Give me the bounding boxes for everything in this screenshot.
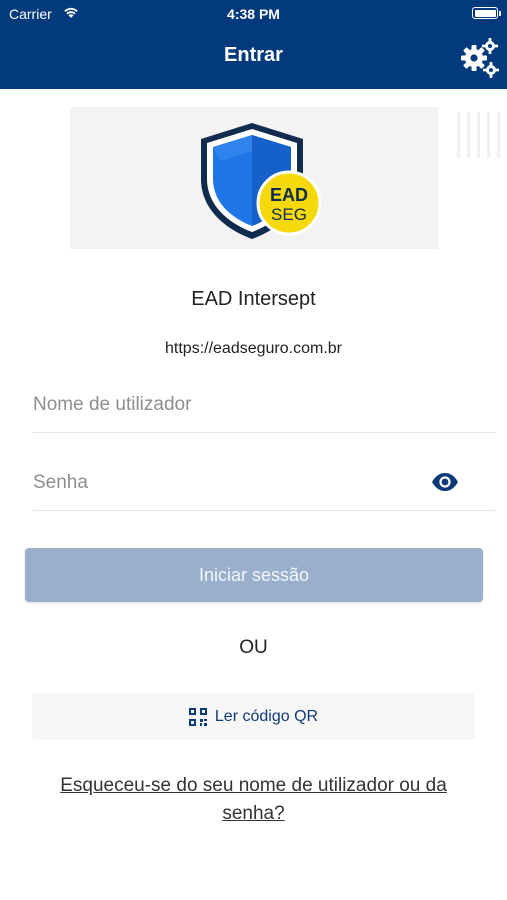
scan-qr-button[interactable]: Ler código QR [32, 693, 475, 740]
site-name: EAD Intersept [191, 288, 316, 310]
top-navigation-bar: Carrier 4:38 PM Entrar [0, 0, 507, 89]
scan-qr-label: Ler código QR [214, 707, 319, 725]
login-button[interactable]: Iniciar sessão [25, 548, 483, 602]
logo-badge-line1: EAD [270, 185, 308, 205]
username-field[interactable]: Nome de utilizador [33, 386, 495, 433]
faded-logo-fragment [457, 112, 500, 158]
site-url: https://eadseguro.com.br [165, 340, 342, 357]
qr-code-icon [188, 707, 207, 726]
forgot-credentials-link[interactable]: Esqueceu-se do seu nome de utilizador ou… [30, 772, 477, 828]
site-logo-panel: EAD SEG [70, 107, 438, 249]
status-bar: Carrier 4:38 PM [0, 0, 507, 28]
eye-icon[interactable] [431, 472, 459, 492]
eadseg-logo: EAD SEG [201, 123, 321, 239]
gears-icon[interactable] [457, 36, 501, 80]
battery-icon [472, 7, 501, 19]
clock: 4:38 PM [227, 6, 280, 22]
or-separator: OU [239, 637, 268, 658]
password-placeholder: Senha [33, 472, 88, 493]
password-field[interactable]: Senha [33, 464, 495, 511]
logo-badge-line2: SEG [271, 205, 307, 224]
page-title: Entrar [224, 44, 283, 66]
username-placeholder: Nome de utilizador [33, 394, 192, 415]
